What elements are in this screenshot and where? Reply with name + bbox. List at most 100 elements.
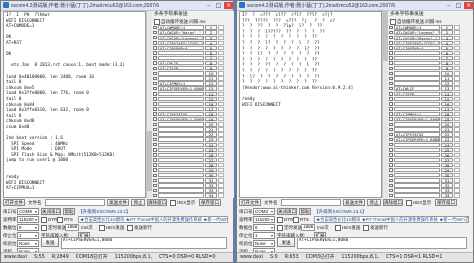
send-row-input[interactable] bbox=[158, 91, 204, 96]
send-row-delay[interactable] bbox=[218, 111, 224, 117]
send-row-input[interactable]: AT+CIPSEND=4 bbox=[158, 45, 204, 51]
send-row-delay[interactable] bbox=[218, 137, 224, 142]
send-row-button[interactable]: 7 bbox=[205, 55, 217, 61]
send-row-hex-checkbox[interactable] bbox=[153, 117, 157, 121]
send-row-hex-checkbox[interactable] bbox=[153, 188, 157, 193]
send-row-delay[interactable] bbox=[218, 76, 224, 81]
send-row-delay[interactable] bbox=[218, 193, 224, 198]
send-row-button[interactable]: 27 bbox=[441, 157, 453, 162]
send-row-input[interactable] bbox=[394, 96, 440, 102]
send-row-button[interactable]: 20 bbox=[441, 122, 453, 127]
send-row-delay[interactable] bbox=[454, 45, 460, 51]
send-row-hex-checkbox[interactable] bbox=[389, 92, 393, 96]
send-row-input[interactable] bbox=[394, 71, 440, 76]
send-row-delay[interactable] bbox=[454, 111, 460, 117]
send-row-button[interactable]: 30 bbox=[441, 173, 453, 178]
send-row-input[interactable]: AT+CIPSERVER=1,8080 bbox=[394, 117, 440, 122]
dtr-checkbox[interactable] bbox=[41, 216, 47, 223]
send-row-delay[interactable] bbox=[218, 173, 224, 178]
send-row-button[interactable]: 16 bbox=[441, 101, 453, 106]
send-row-button[interactable]: 24 bbox=[205, 142, 217, 147]
send-row-input[interactable] bbox=[394, 188, 440, 193]
send-row-button[interactable]: 7 bbox=[441, 55, 453, 61]
send-row-button[interactable]: 13 bbox=[441, 86, 453, 91]
send-row-delay[interactable] bbox=[218, 40, 224, 46]
send-row-button[interactable]: 22 bbox=[441, 132, 453, 137]
send-row-button[interactable]: 17 bbox=[441, 106, 453, 112]
send-row-input[interactable]: AT+CIPMUX=1 bbox=[394, 111, 440, 117]
send-row-hex-checkbox[interactable] bbox=[153, 56, 157, 60]
send-row-input[interactable]: AT+CIPSTATUS bbox=[394, 132, 440, 137]
send-row-hex-checkbox[interactable] bbox=[153, 66, 157, 71]
send-row-delay[interactable] bbox=[218, 183, 224, 188]
send-row-input[interactable] bbox=[394, 178, 440, 183]
send-row-delay[interactable] bbox=[454, 147, 460, 152]
send-row-hex-checkbox[interactable] bbox=[389, 193, 393, 198]
send-row-input[interactable]: AT+CIPSERVER=1,8080 bbox=[158, 86, 204, 91]
send-row-hex-checkbox[interactable] bbox=[389, 117, 393, 121]
send-row-input[interactable] bbox=[158, 96, 204, 102]
close-port-button[interactable]: 关闭串口 bbox=[277, 208, 297, 215]
send-row-delay[interactable] bbox=[218, 86, 224, 91]
send-row-hex-checkbox[interactable] bbox=[153, 168, 157, 172]
send-row-input[interactable] bbox=[394, 152, 440, 158]
send-row-hex-checkbox[interactable] bbox=[389, 153, 393, 157]
send-row-hex-checkbox[interactable] bbox=[153, 148, 157, 152]
send-row-hex-checkbox[interactable] bbox=[389, 97, 393, 101]
hex-send-checkbox[interactable] bbox=[335, 224, 341, 231]
hex-send-checkbox[interactable] bbox=[99, 224, 105, 231]
send-row-delay[interactable] bbox=[454, 30, 460, 35]
send-row-delay[interactable] bbox=[454, 137, 460, 142]
send-row-input[interactable]: AT+CWMODE=1 bbox=[158, 25, 204, 30]
send-row-delay[interactable] bbox=[218, 178, 224, 183]
send-row-delay[interactable] bbox=[454, 35, 460, 40]
send-row-hex-checkbox[interactable] bbox=[153, 142, 157, 147]
send-row-input[interactable] bbox=[394, 55, 440, 61]
send-row-input[interactable] bbox=[394, 167, 440, 173]
send-row-button[interactable]: 14 bbox=[441, 91, 453, 96]
send-row-hex-checkbox[interactable] bbox=[153, 30, 157, 35]
send-row-button[interactable]: 6 bbox=[441, 50, 453, 56]
send-row-input[interactable] bbox=[394, 101, 440, 107]
hex-display-checkbox[interactable] bbox=[406, 199, 412, 206]
left-titlebar[interactable]: sscom4.2测试版,作者:聂小猛(丁丁),2mail:mcu52@163.c… bbox=[1, 1, 233, 11]
send-row-hex-checkbox[interactable] bbox=[389, 183, 393, 188]
send-row-delay[interactable] bbox=[218, 30, 224, 35]
send-row-input[interactable] bbox=[394, 122, 440, 127]
send-row-button[interactable]: 5 bbox=[205, 45, 217, 50]
send-row-delay[interactable] bbox=[454, 132, 460, 137]
send-row-delay[interactable] bbox=[218, 157, 224, 163]
send-row-hex-checkbox[interactable] bbox=[153, 178, 157, 183]
send-row-input[interactable] bbox=[394, 193, 440, 198]
send-row-button[interactable]: 23 bbox=[441, 137, 453, 142]
close-icon[interactable]: × bbox=[224, 2, 233, 9]
send-row-input[interactable]: AT+CIPSEND=4 bbox=[394, 45, 440, 51]
minimize-icon[interactable]: – bbox=[444, 2, 453, 9]
send-row-button[interactable]: 17 bbox=[205, 106, 217, 112]
send-row-button[interactable]: 28 bbox=[205, 162, 217, 168]
send-row-button[interactable]: 9 bbox=[205, 66, 217, 71]
send-row-delay[interactable] bbox=[454, 106, 460, 112]
send-row-button[interactable]: 2 bbox=[205, 30, 217, 35]
send-row-hex-checkbox[interactable] bbox=[153, 127, 157, 132]
send-row-input[interactable] bbox=[158, 147, 204, 152]
send-input[interactable]: AT+CIPSERVER=1,8080 bbox=[297, 237, 467, 249]
send-row-hex-checkbox[interactable] bbox=[389, 51, 393, 55]
right-titlebar[interactable]: sscom4.2测试版,作者:聂小猛(丁丁),2mail:mcu52@163.c… bbox=[237, 1, 473, 11]
send-row-button[interactable]: 16 bbox=[205, 101, 217, 106]
send-row-button[interactable]: 34 bbox=[441, 193, 453, 198]
send-row-button[interactable]: 34 bbox=[205, 193, 217, 198]
send-row-button[interactable]: 21 bbox=[441, 127, 453, 132]
send-row-input[interactable] bbox=[158, 71, 204, 76]
auto-loop-checkbox[interactable] bbox=[390, 18, 396, 25]
dtr-checkbox[interactable] bbox=[277, 216, 283, 223]
send-row-input[interactable] bbox=[158, 142, 204, 147]
send-newline-checkbox[interactable] bbox=[127, 224, 133, 231]
send-row-hex-checkbox[interactable] bbox=[389, 112, 393, 116]
send-row-delay[interactable] bbox=[454, 40, 460, 46]
clear-window-button[interactable]: 清除窗口 bbox=[383, 199, 403, 206]
stop-bits-select[interactable]: 1 bbox=[17, 232, 39, 239]
hex-display-checkbox[interactable] bbox=[170, 199, 176, 206]
send-row-button[interactable]: 33 bbox=[441, 188, 453, 193]
send-row-input[interactable] bbox=[158, 162, 204, 168]
